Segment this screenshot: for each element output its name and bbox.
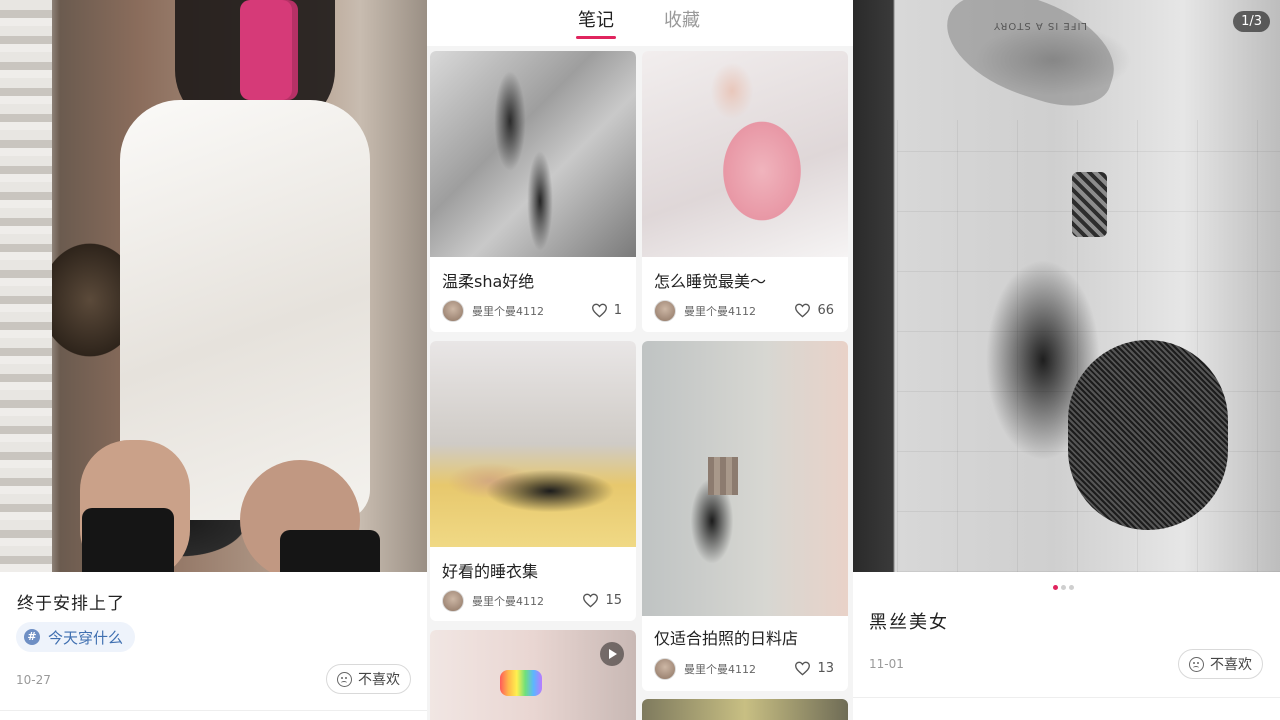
note-title: 仅适合拍照的日料店 (654, 629, 799, 648)
sad-face-icon (337, 671, 352, 687)
note-card[interactable] (642, 699, 848, 720)
profile-notes-panel: 笔记 收藏 温柔sha好绝 曼里个曼4112 1 怎么睡觉最美～ 曼里个曼411… (427, 0, 853, 720)
photo-stocking-shape (280, 530, 380, 572)
heart-icon (591, 303, 607, 318)
video-play-icon (600, 642, 624, 666)
left-post-title: 终于安排上了 (17, 594, 125, 614)
avatar (654, 658, 676, 680)
photo-phone-shape (1072, 172, 1107, 237)
right-post-photo[interactable]: LIFE IS A STORY 1/3 (853, 0, 1280, 572)
carousel-dot[interactable] (1053, 585, 1058, 590)
note-cover-image (642, 699, 848, 720)
rainbow-sticker (500, 670, 542, 696)
wall-text: LIFE IS A STORY (993, 20, 1088, 31)
left-post-photo[interactable] (0, 0, 427, 572)
dislike-button[interactable]: 不喜欢 (1178, 649, 1263, 679)
screen: 终于安排上了 # 今天穿什么 10-27 不喜欢 笔记 收藏 温柔sha好绝 曼… (0, 0, 1280, 720)
mirror-frame (0, 0, 52, 572)
carousel-dot[interactable] (1069, 585, 1074, 590)
heart-icon (795, 303, 811, 318)
author-name: 曼里个曼4112 (472, 305, 544, 318)
author-name: 曼里个曼4112 (684, 305, 756, 318)
topic-tag-label: 今天穿什么 (48, 628, 124, 647)
heart-icon (795, 661, 811, 676)
left-post-date: 10-27 (16, 673, 51, 687)
like-count: 1 (613, 303, 622, 318)
note-title: 好看的睡衣集 (442, 562, 539, 581)
topic-tag[interactable]: # 今天穿什么 (16, 622, 136, 652)
note-author[interactable]: 曼里个曼4112 (654, 658, 756, 680)
like-button[interactable]: 66 (794, 303, 834, 318)
pixelated-face (708, 457, 738, 495)
note-cover-image (430, 341, 636, 547)
like-count: 13 (817, 661, 834, 676)
sad-face-icon (1189, 656, 1204, 672)
right-post-title: 黑丝美女 (869, 612, 949, 633)
note-card[interactable]: 温柔sha好绝 曼里个曼4112 1 (430, 51, 636, 332)
photo-stocking-shape (1068, 340, 1228, 530)
divider (853, 697, 1280, 698)
profile-tabs: 笔记 收藏 (427, 0, 853, 46)
avatar (654, 300, 676, 322)
tab-notes[interactable]: 笔记 (578, 6, 614, 32)
right-post-date: 11-01 (869, 657, 904, 671)
note-title: 温柔sha好绝 (442, 272, 535, 291)
like-count: 15 (605, 593, 622, 608)
carousel-dot[interactable] (1061, 585, 1066, 590)
note-cover-image (642, 341, 848, 616)
hashtag-icon: # (24, 629, 40, 645)
note-card[interactable]: 好看的睡衣集 曼里个曼4112 15 (430, 341, 636, 621)
dislike-label: 不喜欢 (358, 672, 400, 688)
note-cover-image (642, 51, 848, 257)
left-post-panel: 终于安排上了 # 今天穿什么 10-27 不喜欢 (0, 0, 427, 720)
note-author[interactable]: 曼里个曼4112 (654, 300, 756, 322)
photo-phone-shape (240, 0, 298, 100)
note-author[interactable]: 曼里个曼4112 (442, 300, 544, 322)
note-cover-image (430, 630, 636, 720)
dislike-label: 不喜欢 (1210, 657, 1252, 673)
note-card[interactable] (430, 630, 636, 720)
right-post-panel: LIFE IS A STORY 1/3 黑丝美女 11-01 不喜欢 (853, 0, 1280, 720)
like-count: 66 (817, 303, 834, 318)
note-card[interactable]: 仅适合拍照的日料店 曼里个曼4112 13 (642, 341, 848, 691)
avatar (442, 300, 464, 322)
note-card[interactable]: 怎么睡觉最美～ 曼里个曼4112 66 (642, 51, 848, 332)
author-name: 曼里个曼4112 (472, 595, 544, 608)
divider (0, 710, 427, 711)
heart-icon (583, 593, 599, 608)
note-cover-image (430, 51, 636, 257)
image-counter: 1/3 (1233, 11, 1270, 32)
author-name: 曼里个曼4112 (684, 663, 756, 676)
note-author[interactable]: 曼里个曼4112 (442, 590, 544, 612)
like-button[interactable]: 1 (591, 303, 622, 318)
tab-favorites[interactable]: 收藏 (664, 6, 700, 32)
avatar (442, 590, 464, 612)
like-button[interactable]: 15 (582, 593, 622, 608)
like-button[interactable]: 13 (794, 661, 834, 676)
photo-stocking-shape (82, 508, 174, 572)
active-tab-indicator (576, 36, 616, 39)
dislike-button[interactable]: 不喜欢 (326, 664, 411, 694)
carousel-indicator (1053, 585, 1074, 590)
note-title: 怎么睡觉最美～ (654, 272, 767, 291)
whale-wall-art (932, 0, 1129, 120)
